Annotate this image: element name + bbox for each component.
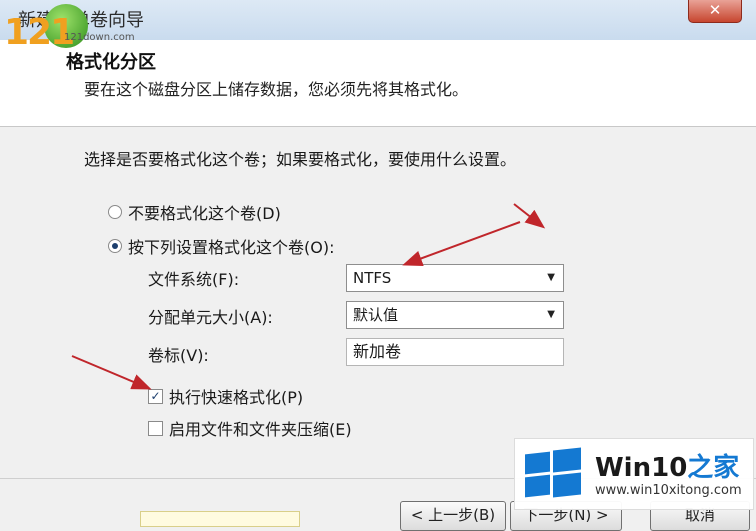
windows-logo-icon: [525, 447, 581, 499]
checkbox-icon[interactable]: [148, 420, 163, 436]
watermark-title: Win10之家: [595, 447, 739, 484]
quick-format-checkbox[interactable]: ✓ 执行快速格式化(P): [148, 384, 303, 408]
dropdown-arrow-icon: ▼: [547, 309, 555, 320]
radio-button-icon[interactable]: [108, 205, 122, 219]
quick-format-label: 执行快速格式化(P): [169, 388, 304, 407]
watermark-title-main: Win10: [595, 453, 688, 483]
radio-format-label: 按下列设置格式化这个卷(O):: [128, 238, 335, 257]
file-system-value: NTFS: [353, 269, 392, 287]
close-button[interactable]: ✕: [688, 0, 742, 23]
radio-no-format[interactable]: 不要格式化这个卷(D): [108, 200, 281, 224]
watermark-url: www.win10xitong.com: [595, 483, 742, 498]
radio-no-format-label: 不要格式化这个卷(D): [128, 204, 281, 223]
red-arrow-top-right: [513, 203, 546, 229]
radio-button-selected-icon[interactable]: [108, 239, 122, 253]
site-logo: 121 121down.com: [4, 2, 135, 88]
red-arrow-to-quick-format: [71, 355, 152, 390]
compression-checkbox[interactable]: 启用文件和文件夹压缩(E): [148, 416, 352, 440]
watermark-title-cn: 之家: [687, 453, 740, 483]
allocation-select[interactable]: 默认值 ▼: [346, 301, 564, 329]
volume-label-label: 卷标(V):: [148, 346, 209, 365]
file-system-select[interactable]: NTFS ▼: [346, 264, 564, 292]
close-icon: ✕: [708, 1, 722, 19]
compression-label: 启用文件和文件夹压缩(E): [169, 420, 352, 439]
win10-watermark: Win10之家 www.win10xitong.com: [514, 438, 754, 510]
volume-label-input[interactable]: 新加卷: [346, 338, 564, 366]
allocation-value: 默认值: [353, 306, 399, 324]
logo-number: 121: [4, 12, 75, 53]
allocation-label: 分配单元大小(A):: [148, 308, 273, 327]
logo-site: 121down.com: [64, 32, 135, 43]
red-arrow-to-ntfs: [402, 221, 521, 266]
format-question: 选择是否要格式化这个卷；如果要格式化，要使用什么设置。: [84, 150, 517, 169]
page-description: 要在这个磁盘分区上储存数据，您必须先将其格式化。: [84, 80, 469, 99]
file-system-label: 文件系统(F):: [148, 270, 240, 289]
dropdown-arrow-icon: ▼: [547, 272, 555, 283]
back-button[interactable]: < 上一步(B): [400, 501, 506, 531]
radio-format[interactable]: 按下列设置格式化这个卷(O):: [108, 234, 334, 258]
checkbox-checked-icon[interactable]: ✓: [148, 388, 163, 404]
note-box: [140, 511, 300, 527]
